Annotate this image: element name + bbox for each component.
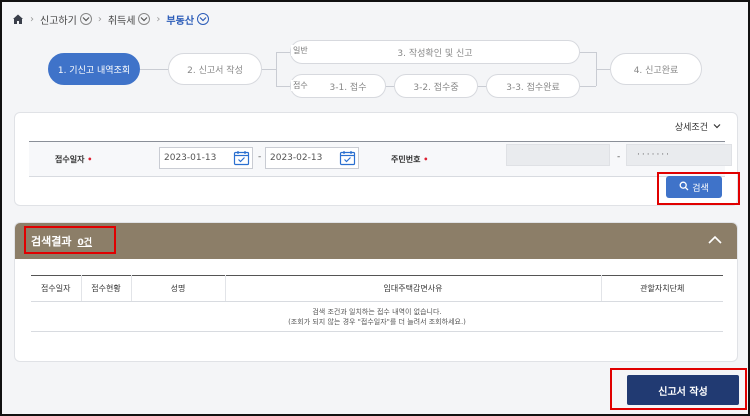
step-connector bbox=[596, 69, 610, 70]
step-connector bbox=[276, 52, 290, 53]
detail-conditions-label: 상세조건 bbox=[674, 123, 708, 133]
detail-conditions-toggle[interactable]: 상세조건 bbox=[675, 120, 721, 133]
chevron-down-icon[interactable] bbox=[138, 13, 151, 25]
column-header: 관할자치단체 bbox=[601, 275, 723, 302]
breadcrumb-separator: › bbox=[30, 13, 34, 25]
search-row: 접수일자 • 2023-01-13 - 2023-02-13 주민번호 • - … bbox=[29, 141, 732, 177]
column-header: 임대주택감면사유 bbox=[225, 275, 602, 302]
step-1-history: 1. 기신고 내역조회 bbox=[48, 53, 140, 85]
breadcrumb-separator: › bbox=[97, 13, 102, 25]
step-label: 2. 신고서 작성 bbox=[187, 65, 243, 76]
date-from-value: 2023-01-13 bbox=[164, 153, 217, 163]
date-label: 접수일자 • bbox=[55, 154, 92, 165]
search-icon bbox=[679, 181, 689, 194]
results-header bbox=[15, 223, 737, 259]
breadcrumb-item-tax[interactable]: 취득세 bbox=[108, 12, 151, 27]
jumin-separator: - bbox=[617, 152, 621, 162]
calendar-icon[interactable] bbox=[339, 150, 356, 166]
home-icon[interactable] bbox=[12, 13, 24, 25]
search-button-label: 검색 bbox=[692, 183, 709, 194]
step-3-3-received: 3-3. 접수완료 bbox=[486, 74, 580, 98]
column-header: 접수현황 bbox=[81, 275, 132, 302]
step-connector bbox=[262, 69, 276, 70]
empty-message-line: (조회가 되지 않는 경우 "접수일자"를 더 늘려서 조회하세요.) bbox=[288, 317, 466, 326]
step-tag-general: 일반 bbox=[291, 45, 310, 56]
step-label: 1. 기신고 내역조회 bbox=[57, 65, 131, 76]
step-label: 4. 신고완료 bbox=[633, 65, 679, 76]
chevron-down-icon bbox=[713, 122, 721, 132]
step-connector bbox=[478, 86, 486, 87]
search-panel: 상세조건 접수일자 • 2023-01-13 - 2023-02-13 주민번호… bbox=[14, 112, 738, 206]
step-label: 3-3. 접수완료 bbox=[506, 82, 560, 93]
breadcrumb-item-report[interactable]: 신고하기 bbox=[40, 12, 92, 27]
step-connector bbox=[580, 52, 596, 53]
required-mark: • bbox=[87, 155, 93, 164]
breadcrumb-item-realestate[interactable]: 부동산 bbox=[166, 12, 210, 27]
table-header-row: 접수일자 접수현황 성명 임대주택감면사유 관할자치단체 bbox=[31, 275, 723, 302]
step-label: 3-1. 접수 bbox=[329, 82, 367, 93]
table-row: 검색 조건과 일치하는 접수 내역이 없습니다. (조회가 되지 않는 경우 "… bbox=[31, 301, 723, 332]
step-2-write: 2. 신고서 작성 bbox=[168, 53, 262, 85]
column-header: 성명 bbox=[131, 275, 226, 302]
step-label: 3-2. 접수중 bbox=[413, 82, 459, 93]
step-3-2-receiving: 3-2. 접수중 bbox=[394, 74, 478, 98]
breadcrumb-separator: › bbox=[156, 13, 161, 25]
date-from-input[interactable]: 2023-01-13 bbox=[159, 147, 253, 169]
jumin-label-text: 주민번호 bbox=[391, 155, 421, 164]
step-connector bbox=[276, 86, 290, 87]
date-range-separator: - bbox=[258, 152, 262, 162]
empty-message: 검색 조건과 일치하는 접수 내역이 없습니다. (조회가 되지 않는 경우 "… bbox=[31, 301, 723, 332]
required-mark: • bbox=[423, 155, 429, 164]
breadcrumb: › 신고하기 › 취득세 › 부동산 bbox=[12, 10, 210, 28]
jumin-label: 주민번호 • bbox=[391, 154, 428, 165]
step-4-complete: 4. 신고완료 bbox=[610, 53, 702, 85]
results-panel: 검색결과 0건 접수일자 접수현황 성명 임대주택감면사유 관할자치단체 검색 … bbox=[14, 222, 738, 362]
calendar-icon[interactable] bbox=[233, 150, 250, 166]
highlight-box bbox=[24, 226, 116, 254]
write-report-button[interactable]: 신고서 작성 bbox=[627, 375, 739, 405]
date-label-text: 접수일자 bbox=[55, 155, 85, 164]
step-connector bbox=[140, 69, 168, 70]
breadcrumb-label: 신고하기 bbox=[40, 15, 77, 27]
results-table: 접수일자 접수현황 성명 임대주택감면사유 관할자치단체 검색 조건과 일치하는… bbox=[31, 275, 723, 332]
step-connector bbox=[386, 86, 394, 87]
step-connector bbox=[276, 52, 277, 86]
step-label: 3. 작성확인 및 신고 bbox=[397, 48, 473, 59]
breadcrumb-label: 부동산 bbox=[166, 15, 195, 27]
jumin-back-input[interactable]: ······· bbox=[626, 144, 732, 166]
empty-message-line: 검색 조건과 일치하는 접수 내역이 없습니다. bbox=[312, 307, 442, 316]
chevron-down-icon[interactable] bbox=[197, 13, 210, 25]
date-to-input[interactable]: 2023-02-13 bbox=[265, 147, 359, 169]
breadcrumb-label: 취득세 bbox=[107, 15, 136, 27]
date-to-value: 2023-02-13 bbox=[270, 153, 323, 163]
search-button[interactable]: 검색 bbox=[666, 176, 722, 198]
chevron-down-icon[interactable] bbox=[79, 13, 92, 25]
step-connector bbox=[580, 86, 596, 87]
chevron-up-icon[interactable] bbox=[707, 233, 723, 247]
jumin-front-input[interactable] bbox=[506, 144, 610, 166]
step-tag-paper: 접수 bbox=[291, 80, 310, 91]
step-3-confirm: 3. 작성확인 및 신고 bbox=[290, 40, 580, 64]
column-header: 접수일자 bbox=[31, 275, 82, 302]
